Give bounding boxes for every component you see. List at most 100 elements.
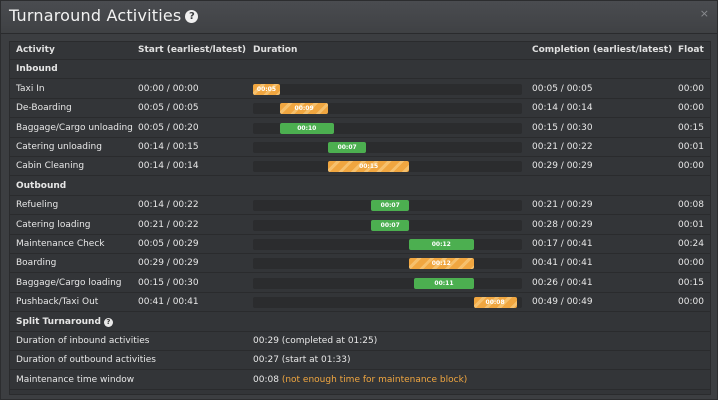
duration-track: 00:12 xyxy=(253,258,522,270)
activities-table: Activity Start (earliest/latest) Duratio… xyxy=(9,41,711,395)
table-row[interactable]: Refueling 00:14 / 00:22 00:07 00:21 / 00:29… xyxy=(10,197,710,216)
duration-track: 00:10 xyxy=(253,122,522,134)
activity-name: Baggage/Cargo loading xyxy=(16,277,122,288)
section-label: Outbound xyxy=(16,180,67,191)
split-value: 00:29 (completed at 01:25) xyxy=(253,336,377,346)
title-bar: Turnaround Activities? × xyxy=(1,1,717,34)
completion-time: 00:26 / 00:41 xyxy=(532,277,593,288)
split-value: 00:27 (start at 01:33) xyxy=(253,355,350,365)
activity-name: Taxi In xyxy=(16,83,45,94)
section-label: Inbound xyxy=(16,64,58,75)
split-value: 00:08 (not enough time for maintenance b… xyxy=(253,375,467,385)
start-time: 00:41 / 00:41 xyxy=(138,297,199,308)
split-value-text: 00:27 (start at 01:33) xyxy=(253,355,351,366)
duration-track: 00:07 xyxy=(253,219,522,231)
table-row[interactable]: De-Boarding 00:05 / 00:05 00:09 00:14 / 00:… xyxy=(10,100,710,119)
start-time: 00:14 / 00:22 xyxy=(138,200,199,211)
turnaround-window: Turnaround Activities? × Activity Start … xyxy=(0,0,718,400)
duration-track: 00:05 xyxy=(253,83,522,95)
start-time: 00:14 / 00:15 xyxy=(138,142,199,152)
duration-bar[interactable]: 00:12 xyxy=(409,258,474,270)
duration-bar[interactable]: 00:07 xyxy=(371,219,410,231)
float-time: 00:08 xyxy=(678,200,704,211)
duration-bar[interactable]: 00:15 xyxy=(328,161,409,173)
table-row[interactable]: Pushback/Taxi Out 00:41 / 00:41 00:08 00:49… xyxy=(10,294,710,313)
start-time: 00:14 / 00:14 xyxy=(138,161,199,172)
header-activity: Activity xyxy=(16,45,55,55)
help-icon[interactable]: ? xyxy=(103,317,113,327)
duration-track: 00:08 xyxy=(253,297,522,309)
completion-time: 00:17 / 00:41 xyxy=(532,239,593,249)
activity-name: Catering loading xyxy=(16,219,91,230)
header-float: Float xyxy=(678,45,704,55)
completion-time: 00:29 / 00:29 xyxy=(532,161,593,172)
section-header-row: Outbound xyxy=(10,178,710,196)
duration-track: 00:12 xyxy=(253,239,522,250)
split-label: Maintenance time window xyxy=(16,374,135,385)
table-row[interactable]: Catering unloading 00:14 / 00:15 00:07 00:2… xyxy=(10,139,710,157)
table-row[interactable]: Cabin Cleaning 00:14 / 00:14 00:15 00:29 / … xyxy=(10,158,710,177)
table-row[interactable]: Maintenance Check 00:05 / 00:29 00:12 00:17… xyxy=(10,236,710,254)
duration-bar[interactable]: 00:08 xyxy=(473,297,517,309)
duration-track: 00:11 xyxy=(253,277,522,289)
table-row[interactable]: Baggage/Cargo unloading 00:05 / 00:20 00:1… xyxy=(10,120,710,138)
section-header-row: Inbound xyxy=(10,61,710,80)
completion-time: 00:15 / 00:30 xyxy=(532,122,593,133)
duration-track: 00:07 xyxy=(253,142,522,153)
header-completion: Completion (earliest/latest) xyxy=(532,45,673,55)
float-time: 00:00 xyxy=(678,258,704,269)
float-time: 00:15 xyxy=(678,277,704,288)
duration-track: 00:07 xyxy=(253,200,522,212)
activity-name: De-Boarding xyxy=(16,103,72,114)
split-label: Duration of inbound activities xyxy=(16,336,150,346)
duration-track: 00:15 xyxy=(253,161,522,173)
duration-bar[interactable]: 00:09 xyxy=(279,103,329,115)
completion-time: 00:21 / 00:22 xyxy=(532,142,593,152)
start-time: 00:29 / 00:29 xyxy=(138,258,199,269)
activity-name: Cabin Cleaning xyxy=(16,161,85,172)
table-row[interactable]: Baggage/Cargo loading 00:15 / 00:30 00:11 0… xyxy=(10,275,710,293)
split-row: Maintenance time window 00:08 (not enough… xyxy=(10,372,710,390)
split-row: Duration of outbound activities 00:27 (st… xyxy=(10,352,710,371)
start-time: 00:05 / 00:05 xyxy=(138,103,199,114)
table-header-row: Activity Start (earliest/latest) Duratio… xyxy=(10,42,710,60)
split-label: Duration of outbound activities xyxy=(16,355,157,366)
duration-track: 00:09 xyxy=(253,103,522,115)
completion-time: 00:05 / 00:05 xyxy=(532,83,593,94)
activity-name: Pushback/Taxi Out xyxy=(16,297,99,308)
duration-bar[interactable]: 00:07 xyxy=(328,142,366,153)
completion-time: 00:14 / 00:14 xyxy=(532,103,593,114)
activity-name: Catering unloading xyxy=(16,142,102,152)
split-row: Duration of inbound activities 00:29 (com… xyxy=(10,333,710,351)
activity-name: Baggage/Cargo unloading xyxy=(16,122,133,133)
duration-bar[interactable]: 00:07 xyxy=(371,200,410,212)
window-title: Turnaround Activities? xyxy=(9,6,199,25)
start-time: 00:15 / 00:30 xyxy=(138,277,199,288)
split-turnaround-header: Split Turnaround? xyxy=(10,314,710,332)
completion-time: 00:49 / 00:49 xyxy=(532,297,593,308)
float-time: 00:00 xyxy=(678,297,704,308)
activity-name: Refueling xyxy=(16,200,59,211)
table-row[interactable]: Taxi In 00:00 / 00:00 00:05 00:05 / 00:05 00… xyxy=(10,81,710,99)
float-time: 00:00 xyxy=(678,161,704,172)
completion-time: 00:41 / 00:41 xyxy=(532,258,593,269)
table-row[interactable]: Boarding 00:29 / 00:29 00:12 00:41 / 00:41 0… xyxy=(10,255,710,274)
split-value-text: 00:08 xyxy=(253,374,279,385)
duration-bar[interactable]: 00:10 xyxy=(279,122,334,134)
start-time: 00:05 / 00:29 xyxy=(138,239,199,249)
split-value-text: 00:29 (completed at 01:25) xyxy=(253,336,378,346)
close-icon[interactable]: × xyxy=(700,7,709,20)
activity-name: Maintenance Check xyxy=(16,239,105,249)
split-turnaround-label: Split Turnaround? xyxy=(16,317,113,327)
duration-bar[interactable]: 00:05 xyxy=(253,83,280,95)
header-start: Start (earliest/latest) xyxy=(138,45,247,55)
float-time: 00:24 xyxy=(678,239,704,249)
table-row[interactable]: Catering loading 00:21 / 00:22 00:07 00:28 … xyxy=(10,217,710,235)
split-warning-text: (not enough time for maintenance block) xyxy=(281,374,468,385)
help-icon[interactable]: ? xyxy=(185,10,199,23)
duration-bar[interactable]: 00:11 xyxy=(414,277,474,289)
float-time: 00:15 xyxy=(678,122,704,133)
duration-bar[interactable]: 00:12 xyxy=(409,239,474,250)
completion-time: 00:21 / 00:29 xyxy=(532,200,593,211)
start-time: 00:00 / 00:00 xyxy=(138,83,199,94)
